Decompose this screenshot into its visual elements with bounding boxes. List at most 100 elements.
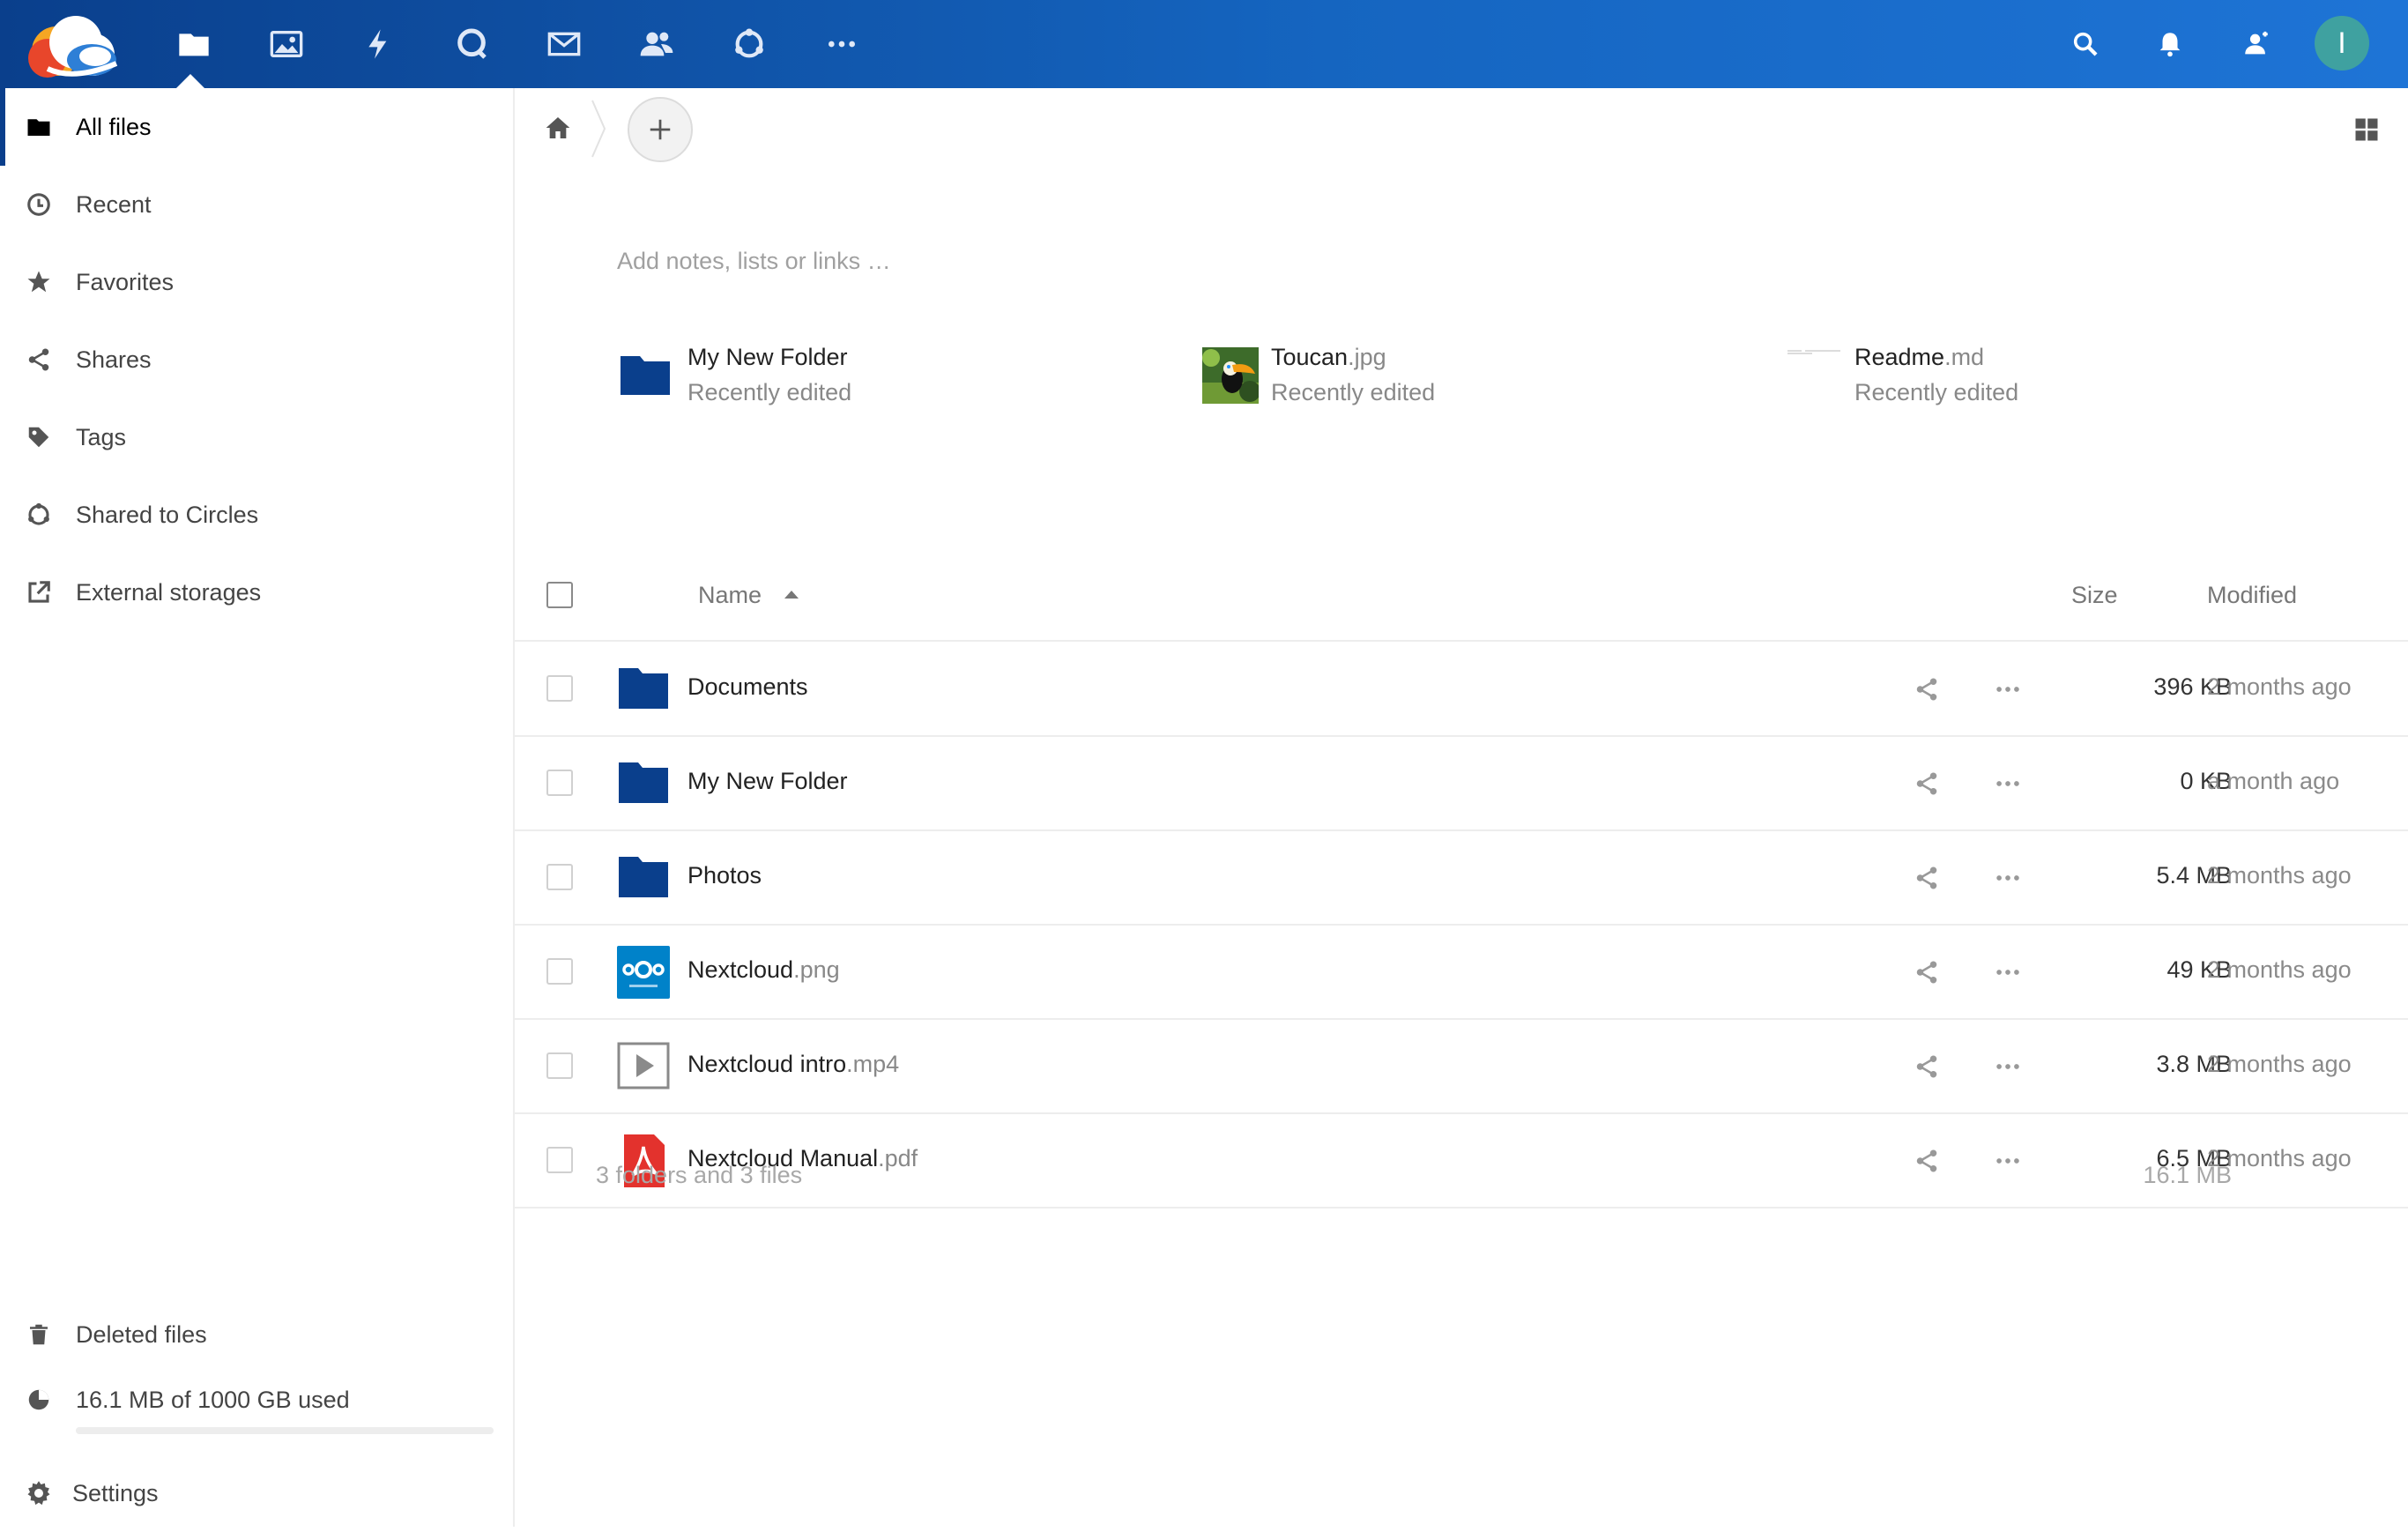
more-options-icon[interactable] [1990, 955, 2025, 990]
sidebar-item-label: Deleted files [76, 1320, 207, 1348]
toucan-image-thumbnail [1202, 347, 1260, 404]
circles-icon[interactable] [723, 18, 776, 71]
file-name: My New Folder [687, 768, 848, 794]
file-ext: .mp4 [846, 1051, 900, 1077]
more-options-icon[interactable] [1990, 766, 2025, 801]
settings-label: Settings [72, 1479, 159, 1506]
sidebar-item-external-storages[interactable]: External storages [0, 554, 513, 631]
share-icon[interactable] [1909, 672, 1944, 707]
sidebar-item-label: Recent [76, 190, 152, 218]
file-ext: .pdf [878, 1145, 918, 1171]
share-icon[interactable] [1909, 1049, 1944, 1084]
table-row[interactable]: Nextcloud Manual.pdf 6.5 MB 2 months ago [515, 1113, 2408, 1208]
files-app-icon[interactable] [167, 18, 220, 71]
nextcloud-logo[interactable] [21, 7, 125, 81]
gear-icon [21, 1476, 56, 1511]
contacts-icon[interactable] [630, 18, 683, 71]
recent-item[interactable]: Toucan.jpg Recently edited [1202, 333, 1731, 413]
file-name: Nextcloud [687, 956, 794, 983]
file-modified: 2 months ago [2207, 1051, 2352, 1077]
circles-icon [21, 497, 56, 532]
row-checkbox[interactable] [546, 1052, 573, 1079]
row-checkbox[interactable] [546, 958, 573, 985]
sidebar-item-all-files[interactable]: All files [0, 88, 513, 166]
image-icon[interactable] [260, 18, 313, 71]
video-icon [617, 1040, 670, 1093]
file-modified: 2 months ago [2207, 673, 2352, 700]
avatar[interactable]: I [2315, 16, 2369, 71]
nextcloud-image-icon [617, 946, 670, 999]
file-name: Nextcloud intro [687, 1051, 847, 1077]
column-header-size[interactable]: Size [2071, 582, 2118, 609]
sidebar-item-label: Tags [76, 423, 127, 450]
more-options-icon[interactable] [1990, 1049, 2025, 1084]
sidebar-item-shared-to-circles[interactable]: Shared to Circles [0, 476, 513, 554]
recent-item-subtitle: Recently edited [1854, 379, 2019, 405]
sidebar-item-label: Favorites [76, 268, 175, 295]
table-row[interactable]: Nextcloud intro.mp4 3.8 MB 2 months ago [515, 1019, 2408, 1114]
quota-label: 16.1 MB of 1000 GB used [76, 1386, 350, 1413]
select-all-checkbox[interactable] [546, 582, 573, 608]
folder-icon [21, 109, 56, 145]
quota-progress-bar [76, 1427, 494, 1434]
folder-icon [617, 852, 670, 904]
main-content: My New Folder Recently edited Toucan.jpg… [515, 88, 2408, 1527]
row-checkbox[interactable] [546, 675, 573, 702]
grid-view-toggle[interactable] [2346, 109, 2387, 150]
top-header: I [0, 0, 2408, 88]
plus-icon [650, 119, 671, 140]
text-file-thumbnail [1786, 347, 1840, 400]
sidebar-item-recent[interactable]: Recent [0, 166, 513, 243]
share-icon[interactable] [1909, 955, 1944, 990]
sidebar-item-favorites[interactable]: Favorites [0, 243, 513, 321]
rich-workspace-notes-input[interactable] [617, 236, 2027, 286]
lightning-icon[interactable] [353, 18, 405, 71]
file-summary-size: 16.1 MB [2143, 1162, 2232, 1188]
breadcrumb-home[interactable] [536, 106, 580, 150]
file-modified: 2 months ago [2207, 956, 2352, 983]
search-icon[interactable] [2061, 19, 2110, 69]
table-row[interactable]: Nextcloud.png 49 KB 2 months ago [515, 925, 2408, 1020]
share-icon[interactable] [1909, 766, 1944, 801]
contacts-menu-icon[interactable] [2232, 19, 2281, 69]
row-checkbox[interactable] [546, 864, 573, 890]
share-icon [21, 342, 56, 377]
column-header-modified[interactable]: Modified [2207, 582, 2297, 609]
settings-button[interactable]: Settings [0, 1454, 513, 1532]
active-app-indicator [176, 74, 204, 88]
grid-icon [2355, 118, 2378, 141]
more-options-icon[interactable] [1990, 1143, 2025, 1179]
row-checkbox[interactable] [546, 1147, 573, 1173]
add-new-button[interactable] [628, 97, 693, 162]
table-row[interactable]: My New Folder 0 KB a month ago [515, 736, 2408, 831]
recent-item[interactable]: Readme.md Recently edited [1786, 333, 2315, 413]
talk-icon[interactable] [445, 18, 498, 71]
recent-item-subtitle: Recently edited [687, 379, 852, 405]
mail-icon[interactable] [538, 18, 591, 71]
breadcrumb-separator [589, 97, 610, 160]
table-row[interactable]: Documents 396 KB 2 months ago [515, 642, 2408, 737]
external-link-icon [21, 575, 56, 610]
table-row[interactable]: Photos 5.4 MB 2 months ago [515, 830, 2408, 926]
recent-item-name: Toucan [1271, 344, 1349, 370]
more-icon[interactable] [815, 18, 868, 71]
sidebar-item-label: Shares [76, 346, 152, 373]
column-header-name[interactable]: Name [698, 582, 762, 609]
bell-icon[interactable] [2145, 19, 2195, 69]
file-modified: a month ago [2207, 768, 2340, 794]
share-icon[interactable] [1909, 1143, 1944, 1179]
folder-icon [617, 757, 670, 810]
row-checkbox[interactable] [546, 770, 573, 796]
recent-item[interactable]: My New Folder Recently edited [619, 333, 1148, 413]
sidebar: All files Recent Favorites Shares Tags S… [0, 88, 515, 1527]
sidebar-item-shares[interactable]: Shares [0, 321, 513, 398]
sort-ascending-icon [784, 591, 799, 599]
recent-item-name: Readme [1854, 344, 1945, 370]
recent-item-ext: .md [1944, 344, 1985, 370]
share-icon[interactable] [1909, 860, 1944, 896]
more-options-icon[interactable] [1990, 672, 2025, 707]
sidebar-item-tags[interactable]: Tags [0, 398, 513, 476]
folder-icon [619, 347, 672, 400]
more-options-icon[interactable] [1990, 860, 2025, 896]
star-icon [21, 264, 56, 300]
